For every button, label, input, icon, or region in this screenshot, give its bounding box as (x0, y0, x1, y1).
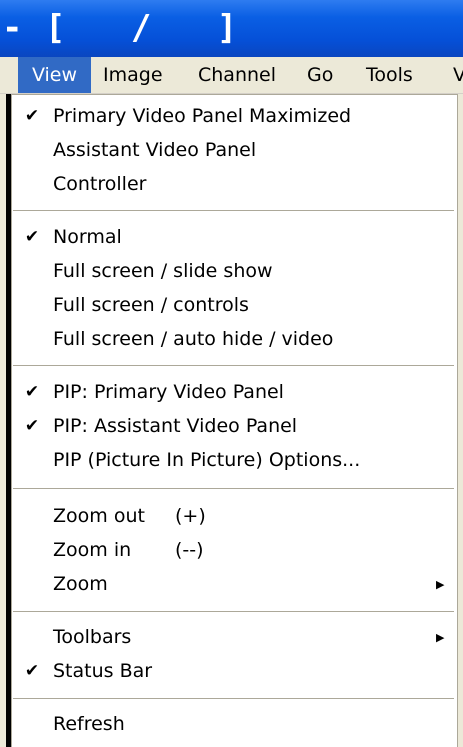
menu-item-zoom-out[interactable]: Zoom out (+) (12, 500, 457, 533)
menu-view[interactable]: View (18, 57, 91, 93)
menu-item-label: Primary Video Panel Maximized (53, 105, 352, 127)
menu-separator (13, 698, 454, 699)
menu-item-full-screen-slide-show[interactable]: Full screen / slide show (12, 255, 457, 288)
menu-item-status-bar[interactable]: ✔ Status Bar (12, 655, 457, 688)
menu-item-label: PIP (Picture In Picture) Options... (53, 449, 361, 471)
menu-item-primary-video-panel-maximized[interactable]: ✔ Primary Video Panel Maximized (12, 100, 457, 133)
menu-item-label: PIP: Primary Video Panel (53, 381, 284, 403)
menu-item-full-screen-controls[interactable]: Full screen / controls (12, 289, 457, 322)
menu-item-pip-assistant-video-panel[interactable]: ✔ PIP: Assistant Video Panel (12, 410, 457, 443)
menu-item-label: Controller (53, 173, 147, 195)
menu-item-refresh[interactable]: Refresh (12, 708, 457, 741)
checkmark-icon: ✔ (24, 227, 40, 247)
menu-item-label: Full screen / auto hide / video (53, 328, 334, 350)
menu-view-overflow[interactable]: V (453, 57, 463, 93)
menu-item-pip-primary-video-panel[interactable]: ✔ PIP: Primary Video Panel (12, 376, 457, 409)
menu-item-assistant-video-panel[interactable]: Assistant Video Panel (12, 134, 457, 167)
menu-item-label: Status Bar (53, 660, 153, 682)
menu-item-label: Toolbars (53, 626, 132, 648)
menu-item-label: Assistant Video Panel (53, 139, 257, 161)
menu-item-label: Zoom (53, 573, 108, 595)
menu-item-controller[interactable]: Controller (12, 168, 457, 201)
menu-separator (13, 488, 454, 489)
menu-item-label: PIP: Assistant Video Panel (53, 415, 298, 437)
menu-item-label: Normal (53, 226, 122, 248)
submenu-arrow-icon: ▶ (436, 631, 445, 644)
menu-bar: View Image Channel Go Tools V (0, 57, 463, 94)
menu-separator (13, 365, 454, 366)
menu-item-label: Zoom out (53, 505, 145, 527)
title-bar[interactable]: - [ / ] (0, 0, 463, 57)
menu-item-shortcut: (--) (175, 539, 204, 561)
window-frame-left (0, 94, 6, 747)
menu-item-label: Full screen / controls (53, 294, 249, 316)
menu-item-full-screen-auto-hide-video[interactable]: Full screen / auto hide / video (12, 323, 457, 356)
app-window: - [ / ] View Image Channel Go Tools V ✔ … (0, 0, 463, 747)
menu-item-zoom-in[interactable]: Zoom in (--) (12, 534, 457, 567)
checkmark-icon: ✔ (24, 661, 40, 681)
menu-item-label: Zoom in (53, 539, 132, 561)
menu-item-pip-options[interactable]: PIP (Picture In Picture) Options... (12, 444, 457, 477)
menu-separator (13, 210, 454, 211)
checkmark-icon: ✔ (24, 382, 40, 402)
menu-go[interactable]: Go (307, 57, 333, 93)
menu-item-label: Full screen / slide show (53, 260, 273, 282)
window-title: - [ / ] (2, 8, 239, 48)
submenu-arrow-icon: ▶ (436, 578, 445, 591)
menu-item-normal[interactable]: ✔ Normal (12, 221, 457, 254)
menu-channel[interactable]: Channel (198, 57, 276, 93)
checkmark-icon: ✔ (24, 106, 40, 126)
menu-item-toolbars[interactable]: Toolbars ▶ (12, 621, 457, 654)
menu-item-zoom[interactable]: Zoom ▶ (12, 568, 457, 601)
view-dropdown-menu: ✔ Primary Video Panel Maximized Assistan… (11, 94, 458, 747)
menu-image[interactable]: Image (103, 57, 163, 93)
menu-separator (13, 611, 454, 612)
checkmark-icon: ✔ (24, 416, 40, 436)
menu-tools[interactable]: Tools (366, 57, 413, 93)
menu-item-label: Refresh (53, 713, 125, 735)
menu-item-shortcut: (+) (175, 505, 206, 527)
